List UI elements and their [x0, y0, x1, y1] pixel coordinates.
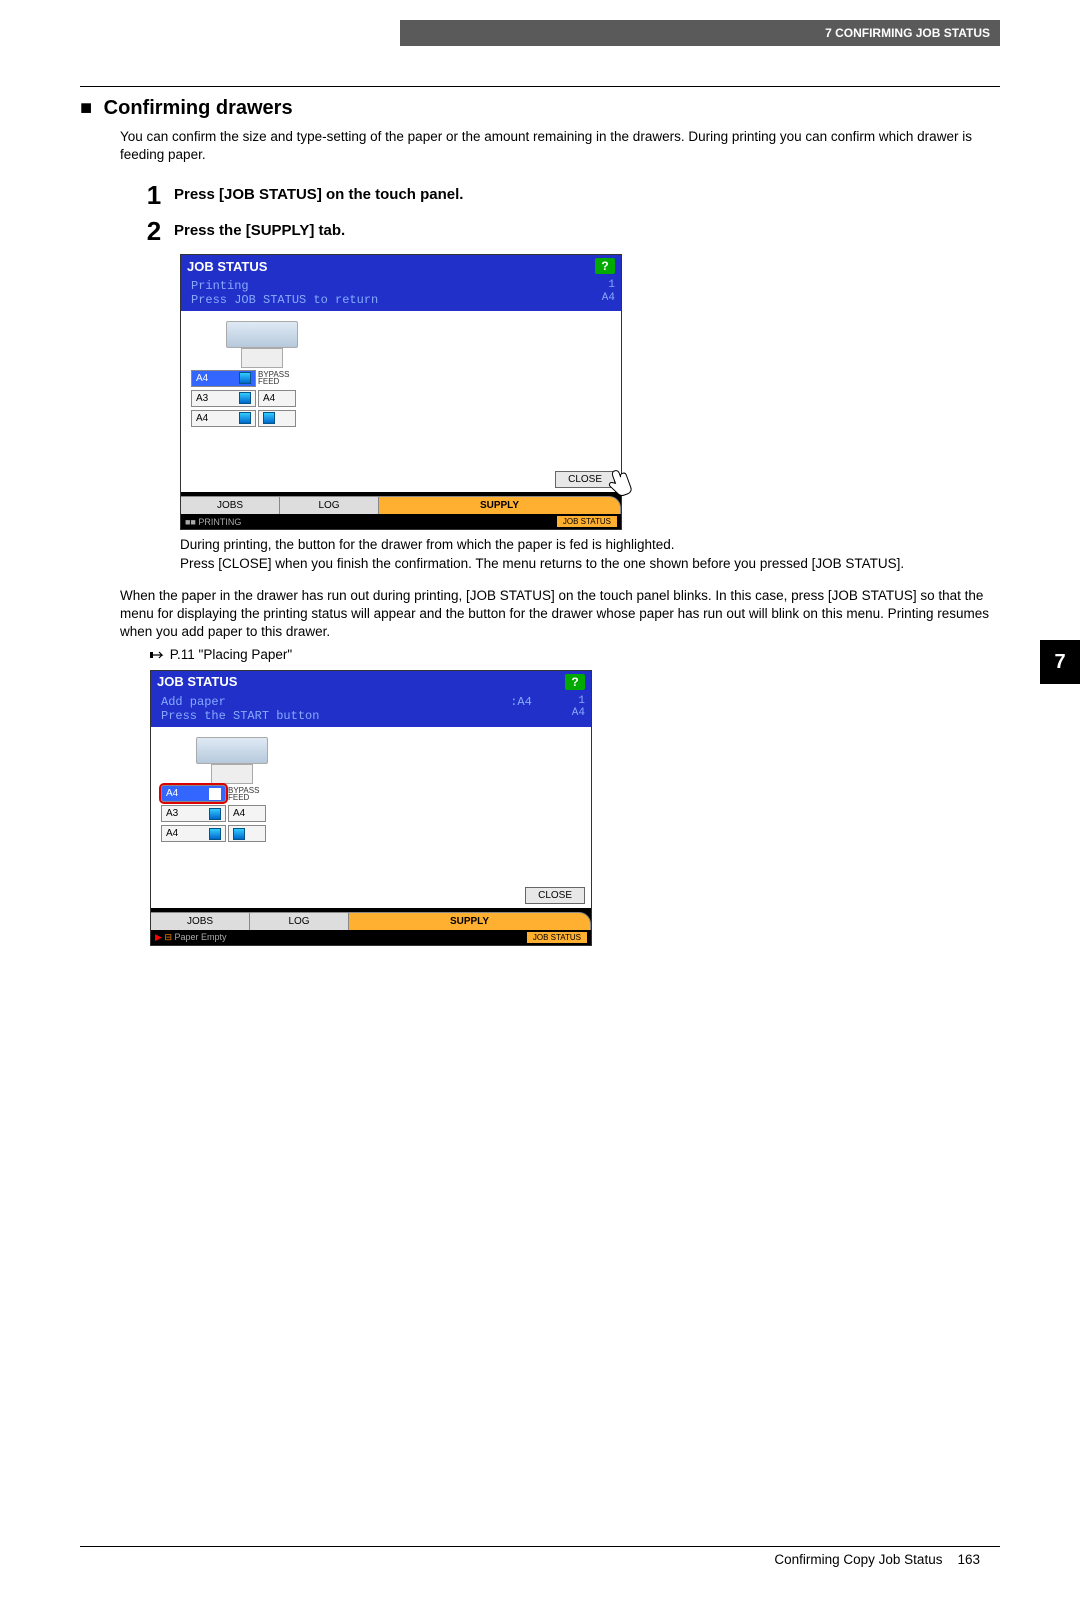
paper-level-icon	[233, 828, 245, 840]
step-1: 1 Press [JOB STATUS] on the touch panel.	[140, 182, 1000, 208]
bottom-rule	[80, 1546, 1000, 1547]
pointing-hand-icon	[150, 647, 166, 663]
step-text: Press the [SUPPLY] tab.	[168, 218, 345, 239]
paper-empty-icon	[209, 788, 221, 800]
paper-level-icon	[263, 412, 275, 424]
tab-log[interactable]: LOG	[250, 912, 349, 930]
count-indicator: 1 A4	[602, 279, 615, 307]
chapter-header: 7 CONFIRMING JOB STATUS	[400, 20, 1000, 46]
status-line-1: Add paper	[161, 695, 319, 709]
top-rule	[80, 86, 1000, 87]
tab-supply[interactable]: SUPPLY	[379, 496, 621, 514]
drawer-1-button[interactable]: A4	[191, 370, 256, 387]
job-status-button[interactable]: JOB STATUS	[527, 932, 587, 943]
lcf-level	[228, 825, 266, 842]
step-number: 2	[140, 218, 168, 244]
step-number: 1	[140, 182, 168, 208]
help-icon[interactable]: ?	[595, 258, 615, 274]
tab-log[interactable]: LOG	[280, 496, 379, 514]
touch-panel-screenshot-1: JOB STATUS ? Printing Press JOB STATUS t…	[180, 254, 622, 530]
drawer-3-button[interactable]: A4	[161, 825, 226, 842]
job-status-button[interactable]: JOB STATUS	[557, 516, 617, 527]
drawer-2-button[interactable]: A3	[161, 805, 226, 822]
step-2: 2 Press the [SUPPLY] tab.	[140, 218, 1000, 244]
bypass-feed-label: BYPASS FEED	[228, 787, 259, 801]
lcf-button[interactable]: A4	[258, 390, 296, 407]
intro-text: You can confirm the size and type-settin…	[120, 128, 1000, 164]
page-footer: Confirming Copy Job Status 163	[80, 1552, 1000, 1567]
warning-triangle-icon: ▶	[155, 932, 162, 942]
tab-supply[interactable]: SUPPLY	[349, 912, 591, 930]
panel-title: JOB STATUS	[157, 674, 237, 689]
tab-jobs[interactable]: JOBS	[151, 912, 250, 930]
step-text: Press [JOB STATUS] on the touch panel.	[168, 182, 463, 203]
drawer-1-button-empty[interactable]: A4	[161, 785, 226, 802]
paper-level-icon	[239, 412, 251, 424]
section-title-text: Confirming drawers	[104, 97, 293, 119]
touch-panel-screenshot-2: JOB STATUS ? Add paper Press the START b…	[150, 670, 592, 946]
lcf-button[interactable]: A4	[228, 805, 266, 822]
note-text: During printing, the button for the draw…	[180, 536, 1000, 572]
help-icon[interactable]: ?	[565, 674, 585, 690]
count-indicator: 1 A4	[572, 695, 585, 723]
printer-illustration: A4 BYPASS FEED A3 A4 A4	[191, 321, 331, 441]
page-reference: P.11 "Placing Paper"	[150, 646, 1000, 664]
bypass-feed-label: BYPASS FEED	[258, 371, 289, 385]
tab-jobs[interactable]: JOBS	[181, 496, 280, 514]
panel-title: JOB STATUS	[187, 259, 267, 274]
footer-status-text: ■■ PRINTING	[185, 517, 241, 527]
paper-level-icon	[209, 808, 221, 820]
section-title: ■ Confirming drawers	[80, 97, 1000, 120]
drawer-2-button[interactable]: A3	[191, 390, 256, 407]
square-bullet-icon: ■	[80, 97, 92, 119]
chapter-side-tab: 7	[1040, 640, 1080, 684]
body-note: When the paper in the drawer has run out…	[120, 587, 1000, 642]
drawer-3-button[interactable]: A4	[191, 410, 256, 427]
status-line-2: Press JOB STATUS to return	[191, 293, 378, 307]
paper-size-indicator: :A4	[510, 695, 532, 723]
paper-level-icon	[239, 372, 251, 384]
close-button[interactable]: CLOSE	[525, 887, 585, 904]
paper-level-icon	[239, 392, 251, 404]
status-line-2: Press the START button	[161, 709, 319, 723]
printer-illustration: A4 BYPASS FEED A3 A4 A4	[161, 737, 301, 857]
footer-status-text: ▶ ⊟ Paper Empty	[155, 932, 227, 943]
paper-level-icon	[209, 828, 221, 840]
lcf-level	[258, 410, 296, 427]
status-line-1: Printing	[191, 279, 378, 293]
